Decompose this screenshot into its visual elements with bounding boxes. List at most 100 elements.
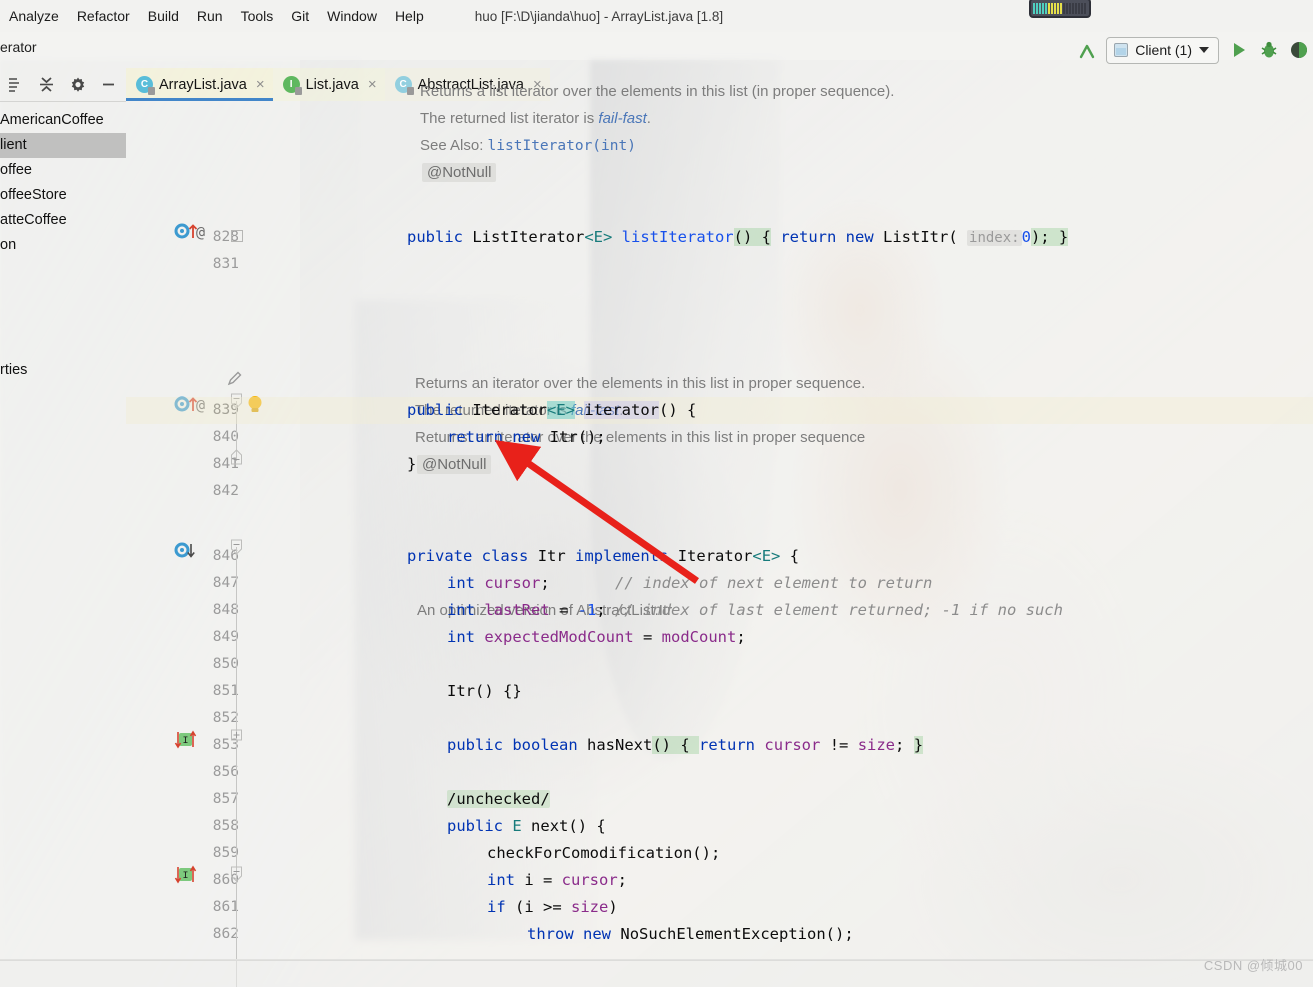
code-line-853: public boolean hasNext() { return cursor… bbox=[447, 732, 924, 759]
code-content[interactable]: Returns a list iterator over the element… bbox=[126, 83, 1313, 987]
tree-item-americancoffee[interactable]: AmericanCoffee bbox=[0, 108, 126, 133]
keyword: private bbox=[407, 547, 473, 565]
generic-param: <E> bbox=[547, 401, 575, 419]
watermark: CSDN @倾城00 bbox=[1203, 958, 1303, 973]
keyword: implements bbox=[575, 547, 669, 565]
tree-gap bbox=[0, 258, 126, 283]
project-panel-divider bbox=[0, 101, 126, 102]
editor-tab-label: List.java bbox=[305, 76, 359, 93]
project-panel-toolbar bbox=[0, 68, 126, 101]
code-punct: () { bbox=[652, 736, 700, 754]
annotation-chip[interactable]: @NotNull bbox=[417, 451, 492, 478]
tree-gap bbox=[0, 333, 126, 358]
keyword: if bbox=[487, 898, 506, 916]
implementing-method-marker-icon[interactable]: I bbox=[174, 864, 204, 891]
code-punct: () { bbox=[659, 401, 697, 419]
class-icon-letter: C bbox=[140, 79, 149, 90]
editor-tab-arraylist[interactable]: C ArrayList.java × bbox=[126, 68, 273, 101]
project-tree: AmericanCoffee lient offee offeeStore at… bbox=[0, 108, 126, 383]
comment: // index of next element to return bbox=[615, 574, 933, 592]
editor-tab-label: ArrayList.java bbox=[159, 76, 247, 93]
class-icon: C bbox=[394, 76, 414, 95]
run-configuration-label: Client (1) bbox=[1135, 42, 1192, 58]
code-punct: () { bbox=[733, 228, 771, 246]
cpu-meter-widget bbox=[1029, 0, 1091, 18]
editor-fold-strip[interactable] bbox=[226, 101, 247, 987]
tree-item-label: lient bbox=[0, 137, 27, 153]
expression: (i >= bbox=[505, 898, 571, 916]
javadoc-text: The returned list iterator is bbox=[420, 110, 599, 127]
tree-item-properties[interactable]: rties bbox=[0, 358, 126, 383]
annotation-chip[interactable]: @NotNull bbox=[422, 159, 497, 186]
tree-item-label: atteCoffee bbox=[0, 212, 67, 228]
javadoc-text: Returns an iterator over the elements in… bbox=[415, 375, 866, 392]
run-icon[interactable] bbox=[1229, 40, 1249, 60]
status-bar bbox=[0, 960, 1313, 987]
tree-item-label: on bbox=[0, 237, 17, 253]
tree-item-coffee[interactable]: offee bbox=[0, 158, 126, 183]
menu-item-label: Analyze bbox=[9, 8, 59, 24]
code-punct: = bbox=[633, 628, 662, 646]
menu-item-label: Window bbox=[327, 8, 377, 24]
hide-panel-icon[interactable] bbox=[93, 68, 124, 101]
keyword: class bbox=[481, 547, 529, 565]
javadoc-link[interactable]: listIterator(int) bbox=[488, 138, 636, 154]
code-punct: ; bbox=[895, 736, 914, 754]
field-name: size bbox=[571, 898, 609, 916]
javadoc-text: Returns a list iterator over the element… bbox=[420, 83, 895, 100]
keyword: int bbox=[447, 574, 475, 592]
window-title: huo [F:\D\jianda\huo] - ArrayList.java [… bbox=[474, 8, 724, 24]
keyword: new bbox=[845, 228, 874, 246]
menu-item-refactor[interactable]: Refactor bbox=[68, 5, 139, 27]
run-with-coverage-icon[interactable] bbox=[1289, 40, 1309, 60]
menu-item-window[interactable]: Window bbox=[318, 5, 386, 27]
annotation-label: @NotNull bbox=[422, 163, 497, 182]
code-line-859: checkForComodification(); bbox=[487, 840, 720, 867]
implemented-interface-marker-icon[interactable] bbox=[174, 541, 204, 566]
method-name: listIterator bbox=[612, 228, 734, 246]
tree-item-coffeestore[interactable]: offeeStore bbox=[0, 183, 126, 208]
main-toolbar: erator Client (1) bbox=[0, 32, 1313, 68]
constructor-decl: Itr() {} bbox=[447, 682, 522, 700]
debug-icon[interactable] bbox=[1259, 40, 1279, 60]
generic-param: <E> bbox=[584, 228, 613, 246]
folded-region[interactable]: /unchecked/ bbox=[447, 790, 550, 808]
code-line-828: public ListIterator<E> listIterator() { … bbox=[407, 228, 1069, 246]
javadoc-text: . bbox=[646, 110, 651, 127]
type-name: Iterator bbox=[472, 401, 547, 419]
tree-item-pom[interactable]: on bbox=[0, 233, 126, 258]
menu-bar: Analyze Refactor Build Run Tools Git Win… bbox=[0, 0, 1313, 32]
menu-item-analyze[interactable]: Analyze bbox=[0, 5, 68, 27]
code-punct: ; bbox=[617, 871, 628, 889]
keyword: public bbox=[447, 817, 503, 835]
menu-item-label: Run bbox=[196, 8, 223, 24]
close-icon[interactable]: × bbox=[256, 76, 265, 93]
settings-gear-icon[interactable] bbox=[62, 68, 93, 101]
close-icon[interactable]: × bbox=[368, 76, 377, 93]
menu-item-git[interactable]: Git bbox=[282, 5, 318, 27]
editor-tab-list[interactable]: I List.java × bbox=[272, 68, 385, 101]
editor-area: C ArrayList.java × I List.java × C Abstr… bbox=[126, 68, 1313, 987]
menu-item-help[interactable]: Help bbox=[386, 5, 433, 27]
javadoc-line: The returned list iterator is fail-fast. bbox=[420, 105, 651, 132]
annotation-gutter-marker[interactable]: @ bbox=[196, 223, 205, 241]
menu-item-run[interactable]: Run bbox=[188, 5, 232, 27]
collapse-all-icon[interactable] bbox=[31, 68, 62, 101]
field-name: lastRet bbox=[484, 601, 550, 619]
tree-gap bbox=[0, 283, 126, 308]
menu-item-tools[interactable]: Tools bbox=[232, 5, 283, 27]
interface-name: Iterator bbox=[677, 547, 753, 565]
tree-item-client[interactable]: lient bbox=[0, 133, 126, 158]
code-punct: ; bbox=[540, 574, 550, 592]
code-punct: ; bbox=[736, 628, 746, 646]
javadoc-line: Returns an iterator over the elements in… bbox=[415, 370, 865, 397]
implementing-method-marker-icon[interactable]: I bbox=[174, 729, 204, 756]
expand-all-icon[interactable] bbox=[0, 68, 31, 101]
method-name: iterator bbox=[584, 401, 659, 419]
run-configuration-selector[interactable]: Client (1) bbox=[1106, 36, 1219, 64]
code-line-857-folded[interactable]: /unchecked/ bbox=[447, 786, 550, 813]
code-punct: } bbox=[407, 455, 417, 473]
tree-item-lattecoffee[interactable]: atteCoffee bbox=[0, 208, 126, 233]
menu-item-build[interactable]: Build bbox=[139, 5, 188, 27]
build-hammer-icon[interactable] bbox=[1076, 40, 1096, 60]
